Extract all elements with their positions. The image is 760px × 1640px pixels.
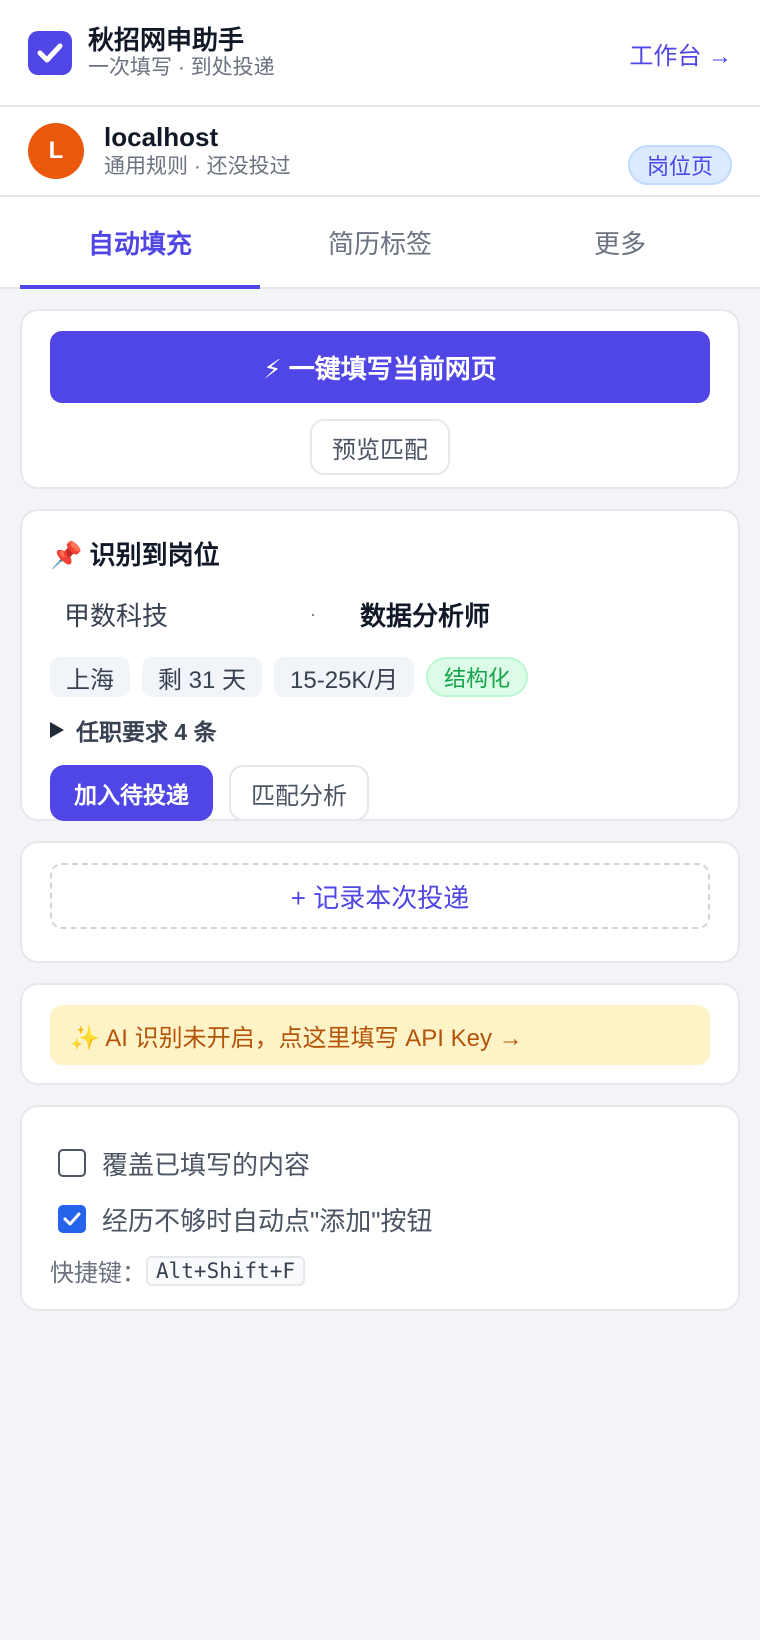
location-chip: 上海: [50, 657, 130, 697]
job-card: 📌 识别到岗位 甲数科技 · 数据分析师 上海 剩 31 天 15-25K/月 …: [20, 509, 740, 821]
shortcut-prefix: 快捷键：: [50, 1260, 146, 1287]
site-status: 通用规则 · 还没投过: [104, 155, 291, 178]
tab-autofill[interactable]: 自动填充: [20, 197, 260, 289]
fill-page-button[interactable]: ⚡ 一键填写当前网页: [50, 331, 710, 403]
requirements-toggle[interactable]: 任职要求 4 条: [50, 713, 710, 747]
add-to-queue-button[interactable]: 加入待投递: [50, 765, 213, 821]
auto-add-label: 经历不够时自动点"添加"按钮: [102, 1205, 433, 1236]
workbench-link[interactable]: 工作台 →: [629, 36, 732, 71]
company-name: 甲数科技: [64, 601, 169, 631]
ai-key-banner[interactable]: ✨ AI 识别未开启，点这里填写 API Key →: [50, 1005, 710, 1065]
job-card-title: 📌 识别到岗位: [50, 540, 220, 570]
tab-resume-tags[interactable]: 简历标签: [260, 197, 500, 287]
page-type-badge: 岗位页: [627, 145, 732, 185]
preview-match-button[interactable]: 预览匹配: [310, 419, 450, 475]
ai-card: ✨ AI 识别未开启，点这里填写 API Key →: [20, 983, 740, 1085]
auto-add-option[interactable]: 经历不够时自动点"添加"按钮: [50, 1191, 710, 1247]
job-line: 甲数科技 · 数据分析师: [50, 596, 710, 633]
separator-dot: ·: [310, 604, 316, 624]
tab-more[interactable]: 更多: [500, 197, 740, 287]
overwrite-option[interactable]: 覆盖已填写的内容: [50, 1135, 710, 1191]
app-name: 秋招网申助手: [88, 24, 245, 55]
job-actions: 加入待投递 匹配分析: [50, 765, 710, 821]
site-avatar: L: [28, 123, 84, 179]
fill-card: ⚡ 一键填写当前网页 预览匹配: [20, 309, 740, 489]
record-submission-button[interactable]: + 记录本次投递: [50, 863, 710, 929]
overwrite-label: 覆盖已填写的内容: [102, 1149, 311, 1180]
match-analysis-button[interactable]: 匹配分析: [229, 765, 369, 821]
site-host: localhost: [104, 122, 219, 152]
auto-add-checkbox[interactable]: [58, 1205, 86, 1233]
shortcut-row: 快捷键： Alt+Shift+F: [50, 1253, 710, 1288]
site-info: localhost 通用规则 · 还没投过: [104, 121, 291, 181]
position-name: 数据分析师: [360, 601, 491, 631]
site-row: L localhost 通用规则 · 还没投过 岗位页: [0, 107, 760, 197]
app-tagline: 一次填写 · 到处投递: [88, 55, 275, 79]
record-card: + 记录本次投递: [20, 841, 740, 963]
job-chips: 上海 剩 31 天 15-25K/月 结构化: [50, 657, 710, 697]
salary-chip: 15-25K/月: [274, 657, 415, 697]
check-icon: [63, 1212, 81, 1226]
structured-badge: 结构化: [426, 657, 529, 697]
options-card: 覆盖已填写的内容 经历不够时自动点"添加"按钮 快捷键： Alt+Shift+F: [20, 1105, 740, 1311]
check-icon: [28, 30, 72, 75]
brand: 秋招网申助手 一次填写 · 到处投递: [88, 25, 275, 81]
popup-header: 秋招网申助手 一次填写 · 到处投递 工作台 →: [0, 0, 760, 107]
triangle-right-icon: [50, 722, 64, 738]
overwrite-checkbox[interactable]: [58, 1149, 86, 1177]
deadline-chip: 剩 31 天: [142, 657, 263, 697]
requirements-label: 任职要求 4 条: [76, 719, 217, 745]
shortcut-keys: Alt+Shift+F: [146, 1255, 306, 1286]
tab-bar: 自动填充 简历标签 更多: [0, 197, 760, 289]
